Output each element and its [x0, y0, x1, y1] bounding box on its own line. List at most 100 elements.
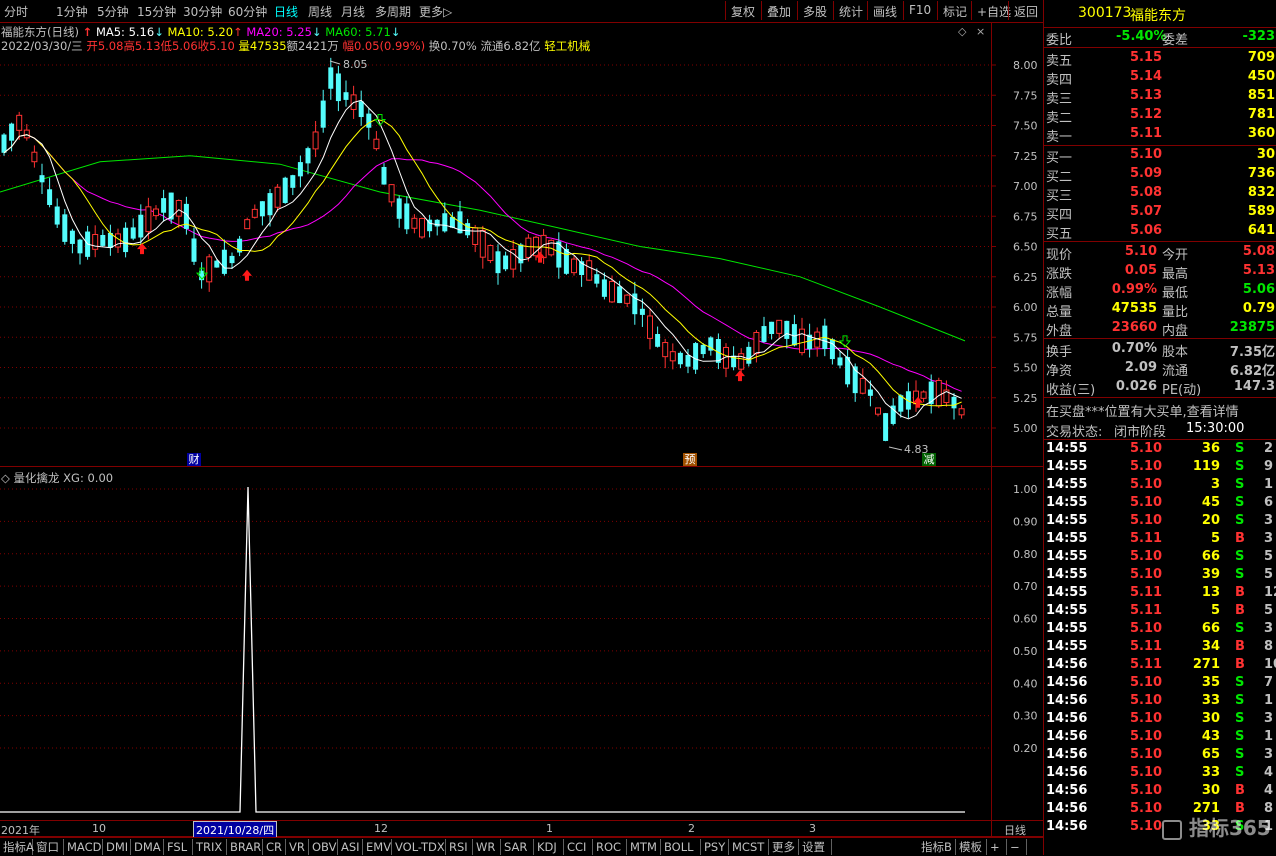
indicator-tab[interactable]: MCST	[729, 839, 769, 855]
indicator-tick-label: 1.00	[1013, 483, 1038, 496]
tick-volume: 30	[1201, 783, 1220, 798]
indicator-xg-line	[0, 486, 965, 813]
event-label-forecast[interactable]: 预	[683, 453, 697, 466]
indicator-tab[interactable]: ASI	[338, 839, 363, 855]
indicator-tab[interactable]: 指标A	[0, 839, 34, 855]
indicator-tab[interactable]: −	[1007, 839, 1027, 855]
candle-body	[411, 217, 418, 229]
indicator-tab[interactable]: EMV	[363, 839, 392, 855]
tick-direction: S	[1235, 711, 1245, 726]
stat-value: 0.026	[1115, 379, 1157, 394]
indicator-tab[interactable]: PSY	[701, 839, 729, 855]
candle-body	[685, 355, 691, 367]
tick-time: 14:56	[1046, 765, 1088, 780]
stat-value: 5.06	[1242, 282, 1275, 297]
indicator-tab[interactable]: DMI	[103, 839, 131, 855]
candle-body	[145, 206, 152, 233]
stat-label: 今开	[1162, 248, 1189, 263]
price-grid	[0, 64, 991, 429]
stat-value: 0.99%	[1111, 282, 1157, 297]
event-label-reduce[interactable]: 减	[922, 453, 936, 466]
indicator-tab[interactable]: BOLL	[661, 839, 701, 855]
candle-body	[601, 279, 607, 297]
indicator-tab[interactable]: 设置	[799, 839, 832, 855]
stat-row: 换手 0.70% 股本 7.35亿	[1044, 340, 1276, 360]
indicator-tick-label: 0.20	[1013, 742, 1038, 755]
tick-row: 14:55 5.11 5 B 3	[1044, 531, 1276, 549]
indicator-tab[interactable]: BRAR	[227, 839, 263, 855]
tick-count: 6	[1264, 495, 1274, 510]
price-tick-label: 7.25	[1013, 150, 1038, 163]
big-order-notice[interactable]: 在买盘***位置有大买单,查看详情	[1044, 400, 1276, 420]
stat-value: 23660	[1111, 320, 1157, 335]
candle-body	[290, 175, 296, 188]
tick-time: 14:55	[1046, 585, 1088, 600]
event-label-financial[interactable]: 财	[187, 453, 201, 466]
stat-value: 6.82亿	[1229, 364, 1275, 379]
indicator-tab[interactable]: OBV	[309, 839, 338, 855]
indicator-tab[interactable]: RSI	[446, 839, 473, 855]
tick-count: 4	[1264, 765, 1274, 780]
weibi-row: 委比 -5.40% 委差 -323	[1044, 28, 1276, 48]
stat-label: 外盘	[1046, 324, 1073, 339]
tick-price: 5.10	[1130, 747, 1163, 762]
indicator-tab[interactable]: DMA	[131, 839, 164, 855]
candle-body	[282, 177, 288, 203]
tick-count: 1	[1264, 729, 1274, 744]
indicator-tab[interactable]: FSL	[164, 839, 193, 855]
candle-body	[769, 321, 775, 335]
tick-count: 2	[1264, 441, 1274, 456]
candle-body	[479, 229, 486, 258]
ask-row: 卖二 5.12 781	[1044, 106, 1276, 126]
stat-label: 收益(三)	[1046, 383, 1096, 398]
indicator-tab[interactable]: 更多	[769, 839, 799, 855]
tick-row: 14:56 5.10 35 S 7	[1044, 675, 1276, 693]
indicator-tab[interactable]: 指标B	[918, 839, 956, 855]
indicator-tab[interactable]: 窗口	[33, 839, 64, 855]
indicator-tab[interactable]: MACD	[64, 839, 103, 855]
signal-arrows	[137, 113, 923, 408]
indicator-tab[interactable]: SAR	[501, 839, 534, 855]
status-value: 闭市阶段	[1114, 425, 1167, 440]
indicator-tab[interactable]: VR	[286, 839, 309, 855]
indicator-tab[interactable]: KDJ	[534, 839, 564, 855]
candle-body	[837, 357, 843, 366]
bid-row: 买三 5.08 832	[1044, 184, 1276, 204]
indicator-tab[interactable]: +	[987, 839, 1007, 855]
price-tick-label: 7.00	[1013, 180, 1038, 193]
candle-body	[639, 308, 645, 315]
candle-body	[221, 249, 227, 274]
ask-volume: 851	[1247, 88, 1275, 103]
indicator-tab[interactable]: TRIX	[193, 839, 227, 855]
price-tick-label: 7.50	[1013, 120, 1038, 133]
stat-value: 0.70%	[1111, 341, 1157, 356]
candle-body	[693, 343, 699, 370]
candle-body	[100, 234, 106, 246]
indicator-tick-label: 0.30	[1013, 710, 1038, 723]
candle-body	[312, 131, 319, 150]
tick-count: 3	[1264, 621, 1274, 636]
tick-row: 14:55 5.10 45 S 6	[1044, 495, 1276, 513]
candle-body	[472, 227, 479, 245]
ask-price: 5.13	[1130, 88, 1163, 103]
price-tick-label: 5.50	[1013, 362, 1038, 375]
kline-chart[interactable]: 8.00 7.75 7.50 7.25 7.00 6.75 6.50 6.25 6.00 5.75…	[0, 0, 1043, 855]
ask-volume: 450	[1247, 69, 1275, 84]
indicator-settings-icon[interactable]: ◇	[1, 471, 10, 485]
candle-body	[274, 186, 281, 208]
indicator-tab[interactable]: VOL-TDX	[392, 839, 446, 855]
candle-body	[662, 342, 669, 358]
candle-body	[525, 237, 532, 258]
indicator-tick-label: 0.80	[1013, 548, 1038, 561]
tick-price: 5.10	[1130, 513, 1163, 528]
indicator-tab[interactable]: CCI	[564, 839, 593, 855]
candle-body	[404, 203, 410, 230]
high-marker: 8.05	[329, 58, 368, 71]
indicator-tab[interactable]: 模板	[956, 839, 987, 855]
indicator-tab[interactable]: MTM	[627, 839, 661, 855]
candle-body	[883, 413, 889, 441]
indicator-tab[interactable]: CR	[263, 839, 286, 855]
indicator-tab[interactable]: WR	[473, 839, 501, 855]
buy-signal-arrow	[242, 269, 252, 281]
indicator-tab[interactable]: ROC	[593, 839, 627, 855]
